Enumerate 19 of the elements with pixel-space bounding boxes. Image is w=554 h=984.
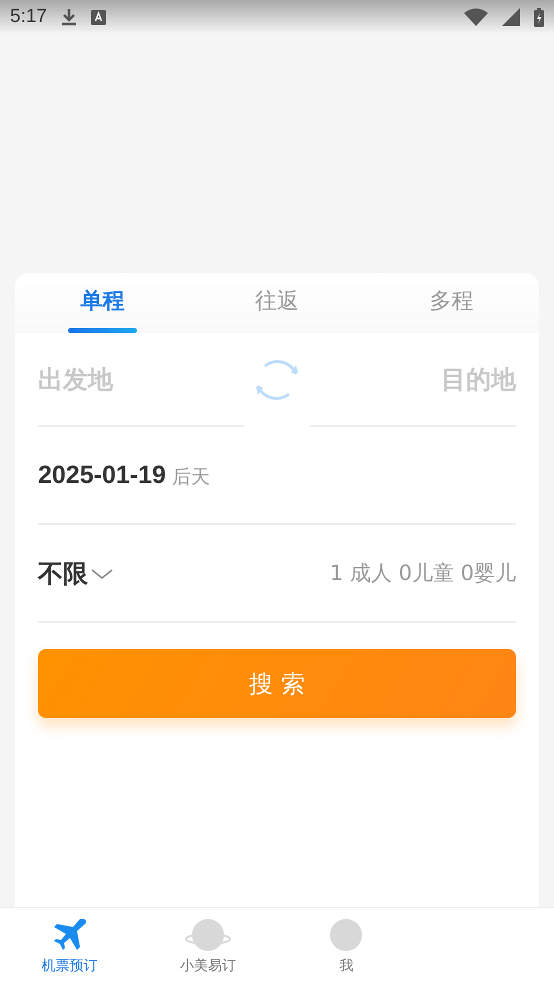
departure-date[interactable]: 2025-01-19 [38, 460, 166, 490]
trip-type-tab[interactable]: 往返 [190, 273, 364, 333]
nav-tab[interactable]: 机票预订 [0, 908, 138, 984]
planet-icon [184, 917, 231, 953]
nav-tab[interactable]: 小美易订 [138, 908, 277, 984]
search-button[interactable]: 搜 索 [38, 649, 516, 718]
signal-icon [502, 8, 520, 26]
battery-icon [534, 8, 544, 26]
keyboard-icon [90, 10, 106, 24]
trip-type-tab[interactable]: 单程 [15, 273, 190, 333]
download-icon [60, 8, 77, 26]
wifi-icon [464, 8, 488, 26]
nav-tab[interactable]: 我 [277, 908, 416, 984]
trip-type-tab[interactable]: 多程 [364, 273, 539, 333]
passenger-count[interactable]: 1 成人 0儿童 0婴儿 [330, 559, 516, 587]
status-time: 5:17 [10, 6, 47, 28]
profile-icon [328, 917, 364, 953]
date-note: 后天 [172, 465, 210, 490]
cabin-class-dropdown[interactable]: 不限 [38, 556, 114, 590]
